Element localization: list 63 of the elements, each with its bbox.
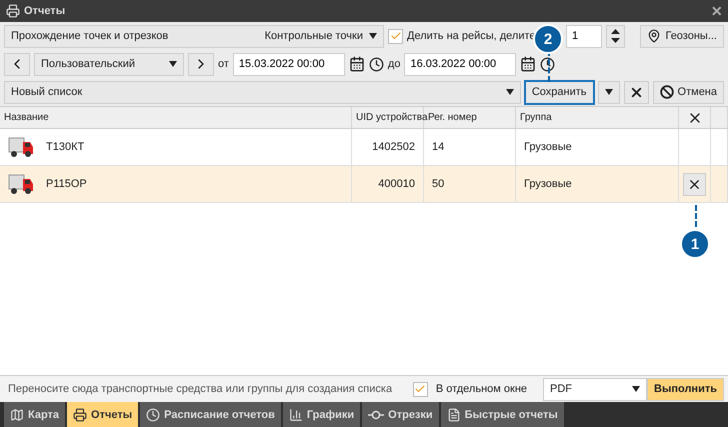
separate-window-checkbox[interactable]	[412, 382, 428, 396]
previous-button[interactable]	[4, 52, 30, 76]
period-select[interactable]: Пользовательский	[34, 52, 184, 76]
to-label: до	[388, 58, 400, 70]
truck-icon	[8, 136, 34, 158]
column-header[interactable]: Название	[0, 107, 352, 128]
printer-icon	[6, 4, 20, 18]
tab[interactable]: Графики	[282, 402, 360, 427]
save-options-button[interactable]	[598, 80, 620, 104]
column-header[interactable]: Группа	[516, 107, 679, 128]
format-select[interactable]: PDF	[543, 378, 648, 400]
clear-button[interactable]	[624, 80, 649, 104]
map-icon	[10, 408, 24, 422]
printer-icon	[73, 408, 88, 422]
document-icon	[446, 408, 461, 422]
split-checkbox[interactable]	[388, 28, 403, 44]
list-select[interactable]: Новый список	[4, 80, 521, 104]
next-button[interactable]	[188, 52, 214, 76]
check-icon	[414, 383, 426, 395]
spinner-button[interactable]	[606, 24, 625, 48]
split-number-field[interactable]: 1	[566, 24, 602, 48]
table-row[interactable]: Р115ОР 400010 50 Грузовые	[0, 166, 728, 203]
close-button[interactable]: ×	[711, 0, 722, 22]
cancel-button[interactable]: Отмена	[652, 80, 724, 104]
table-cell: Грузовые	[524, 178, 572, 190]
hint-text: Переносите сюда транспортные средства или группы для создания списка	[8, 383, 392, 395]
tab[interactable]: Расписание отчетов	[140, 402, 281, 427]
geozones-button[interactable]: Геозоны...	[640, 24, 724, 48]
table-cell: 14	[432, 141, 444, 153]
from-date-field[interactable]: 15.03.2022 00:00	[232, 52, 345, 76]
to-date-field[interactable]: 16.03.2022 00:00	[404, 52, 516, 76]
table-cell: 50	[432, 178, 444, 190]
from-label: от	[218, 58, 229, 70]
no-entry-icon	[660, 85, 674, 99]
segment-icon	[368, 410, 384, 420]
window-title: Отчеты	[24, 5, 66, 17]
report-select[interactable]: Прохождение точек и отрезков Контрольные точки	[4, 24, 384, 48]
table-row[interactable]: Т130КТ 1402502 14 Грузовые	[0, 129, 728, 166]
clock-icon	[146, 408, 160, 422]
split-label: Делить на рейсы, делите	[407, 30, 536, 42]
clock-icon[interactable]	[540, 56, 556, 72]
separate-window-label: В отдельном окне	[436, 383, 528, 395]
check-icon	[390, 30, 402, 42]
bar-chart-icon	[288, 408, 303, 422]
truck-icon	[8, 173, 34, 195]
run-button[interactable]: Выполнить	[647, 378, 724, 400]
save-button[interactable]: Сохранить	[524, 80, 594, 104]
up-down-arrows-icon	[611, 28, 620, 44]
remove-row-button[interactable]	[683, 172, 706, 196]
tab[interactable]: Карта	[4, 402, 66, 427]
table-cell: Т130КТ	[46, 141, 84, 153]
tab[interactable]: Отрезки	[362, 402, 439, 427]
table-cell: 1402502	[372, 141, 415, 153]
table-cell: 400010	[378, 178, 415, 190]
calendar-icon[interactable]	[348, 56, 365, 72]
tab[interactable]: Отчеты	[67, 402, 138, 427]
clock-icon[interactable]	[368, 56, 384, 72]
callout-marker: 2	[533, 24, 563, 54]
table-cell: Грузовые	[524, 141, 572, 153]
tab[interactable]: Быстрые отчеты	[440, 402, 564, 427]
calendar-icon[interactable]	[520, 56, 536, 72]
table-cell: Р115ОР	[46, 178, 87, 190]
map-pin-icon	[647, 29, 662, 43]
